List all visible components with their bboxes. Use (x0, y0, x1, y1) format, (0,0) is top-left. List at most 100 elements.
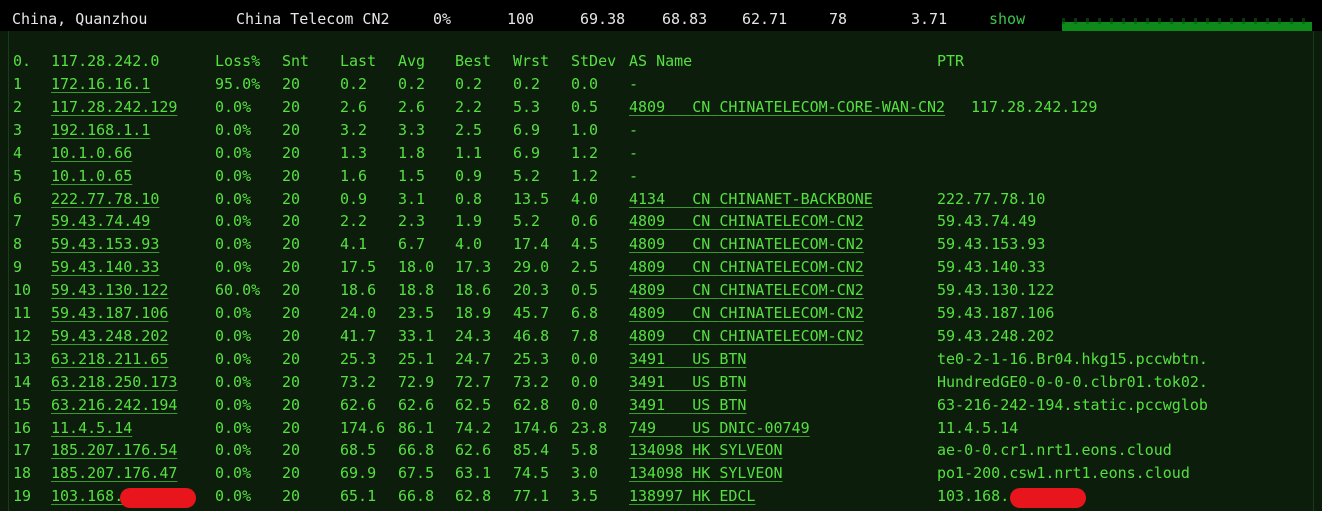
hop-ptr: 117.28.242.129 (971, 97, 1098, 116)
hop-host-link[interactable]: 185.207.176.54 (51, 440, 177, 460)
hop-best: 18.6 (455, 281, 492, 300)
hop-avg: 18.0 (398, 258, 435, 277)
hop-index: 8 (13, 235, 23, 254)
summary-best: 62.71 (742, 10, 788, 28)
hop-best: 74.2 (455, 418, 492, 437)
hop-as-link[interactable]: 134098 HK SYLVEON (629, 440, 783, 460)
hop-host-link[interactable]: 59.43.187.106 (51, 303, 168, 323)
hop-asn: 4809 (629, 97, 666, 116)
header-stdev: StDev (571, 52, 617, 70)
hop-host-link[interactable]: 63.218.211.65 (51, 349, 168, 369)
hop-avg: 18.8 (398, 281, 435, 300)
hop-host-link[interactable]: 59.43.140.33 (51, 257, 159, 277)
hop-as-link[interactable]: 4809 CN CHINATELECOM-CN2 (629, 326, 864, 346)
hop-host-link[interactable]: 10.1.0.65 (51, 166, 132, 186)
hop-host-link[interactable]: 59.43.248.202 (51, 326, 168, 346)
hop-index: 11 (13, 304, 32, 322)
hop-as-link[interactable]: 4809 CN CHINATELECOM-CN2 (629, 303, 864, 323)
hop-ptr: HundredGE0-0-0-0.clbr01.tok02. (937, 372, 1208, 391)
hop-sent: 20 (282, 281, 301, 300)
hop-loss: 0.0% (215, 418, 252, 437)
hop-avg: 23.5 (398, 304, 435, 322)
hop-avg: 25.1 (398, 349, 435, 368)
hop-as-link[interactable]: 4809 CN CHINATELECOM-CN2 (629, 280, 864, 300)
summary-bar: China, Quanzhou China Telecom CN2 0% 100… (0, 0, 1322, 31)
hop-as-link[interactable]: 749 US DNIC-00749 (629, 418, 810, 438)
hop-host-link[interactable]: 59.43.130.122 (51, 280, 168, 300)
hop-loss: 0.0% (215, 212, 252, 231)
hop-sent: 20 (282, 143, 301, 162)
hop-host-link[interactable]: 185.207.176.47 (51, 463, 177, 483)
hop-best: 1.9 (455, 212, 483, 231)
hop-loss: 0.0% (215, 372, 252, 391)
hop-avg: 2.3 (398, 212, 426, 231)
hop-last: 24.0 (340, 304, 377, 322)
hop-as-link[interactable]: 4809 CN CHINATELECOM-CORE-WAN-CN2 (629, 97, 945, 117)
summary-isp: China Telecom CN2 (236, 10, 390, 28)
hop-as-link[interactable]: 4134 CN CHINANET-BACKBONE (629, 189, 873, 209)
hop-wrst: 5.3 (513, 97, 541, 116)
hop-index: 17 (13, 441, 32, 460)
hop-as-link[interactable]: 3491 US BTN (629, 349, 746, 369)
hop-loss: 0.0% (215, 304, 252, 322)
hop-asn: 4809 (629, 326, 666, 345)
hop-host-link[interactable]: 63.216.242.194 (51, 395, 177, 415)
hop-host-link[interactable]: 172.16.16.1 (51, 74, 150, 94)
hop-country: US (692, 418, 711, 437)
hop-ptr: po1-200.csw1.nrt1.eons.cloud (937, 464, 1190, 483)
hop-host-link[interactable]: 117.28.242.129 (51, 97, 177, 117)
hop-sent: 20 (282, 166, 301, 185)
hop-best: 18.9 (455, 304, 492, 322)
hop-host-link[interactable]: 63.218.250.173 (51, 372, 177, 392)
hop-as-link[interactable]: 134098 HK SYLVEON (629, 463, 783, 483)
hop-host-link[interactable]: 11.4.5.14 (51, 418, 132, 438)
hop-as-name: DNIC-00749 (719, 418, 810, 437)
hop-stdev: 5.8 (571, 441, 599, 460)
header-last: Last (340, 52, 377, 70)
header-avg: Avg (398, 52, 426, 70)
hop-last: 73.2 (340, 372, 377, 391)
hop-country: CN (692, 189, 711, 208)
hop-host-link[interactable]: 222.77.78.10 (51, 189, 159, 209)
hop-last: 1.6 (340, 166, 368, 185)
hop-as-name: BTN (719, 372, 747, 391)
redaction-mark-ptr (1010, 488, 1086, 509)
hop-as-name: BTN (719, 349, 747, 368)
hop-country: HK (692, 464, 711, 483)
hop-asn: 3491 (629, 395, 666, 414)
hop-as-name: CHINANET-BACKBONE (719, 189, 873, 208)
hop-wrst: 5.2 (513, 166, 541, 185)
hop-sent: 20 (282, 97, 301, 116)
hop-as-name: EDCL (719, 487, 756, 506)
hop-stdev: 3.5 (571, 487, 599, 506)
hop-as-link[interactable]: 3491 US BTN (629, 372, 746, 392)
hop-ptr: 59.43.153.93 (937, 235, 1046, 254)
summary-sent: 100 (507, 10, 535, 28)
hop-host-link[interactable]: 10.1.0.66 (51, 143, 132, 163)
hop-as-link[interactable]: 4809 CN CHINATELECOM-CN2 (629, 257, 864, 277)
hop-asn: 4809 (629, 235, 666, 254)
hop-as-link[interactable]: 4809 CN CHINATELECOM-CN2 (629, 234, 864, 254)
hop-loss: 0.0% (215, 441, 252, 460)
hop-as-link[interactable]: 138997 HK EDCL (629, 486, 755, 506)
hop-loss: 0.0% (215, 395, 252, 414)
hop-host-link[interactable]: 103.168. (51, 486, 123, 506)
hop-as-name: CHINATELECOM-CN2 (719, 258, 864, 277)
hop-ptr: 222.77.78.10 (937, 189, 1046, 208)
show-details-link[interactable]: show (989, 9, 1025, 29)
hop-asn: 4809 (629, 258, 666, 277)
hop-best: 62.6 (455, 441, 492, 460)
hop-country: CN (692, 281, 711, 300)
summary-stdev: 3.71 (911, 10, 948, 28)
header-host: 117.28.242.0 (51, 52, 160, 70)
hop-sent: 20 (282, 120, 301, 139)
hop-country: HK (692, 487, 711, 506)
hop-host-link[interactable]: 192.168.1.1 (51, 120, 150, 140)
hop-host-link[interactable]: 59.43.153.93 (51, 234, 159, 254)
hop-as-link[interactable]: 4809 CN CHINATELECOM-CN2 (629, 211, 864, 231)
hop-host-link[interactable]: 59.43.74.49 (51, 211, 150, 231)
hop-as-link[interactable]: 3491 US BTN (629, 395, 746, 415)
hop-as-name: BTN (719, 395, 747, 414)
hop-wrst: 20.3 (513, 281, 550, 300)
hop-index: 4 (13, 143, 23, 162)
